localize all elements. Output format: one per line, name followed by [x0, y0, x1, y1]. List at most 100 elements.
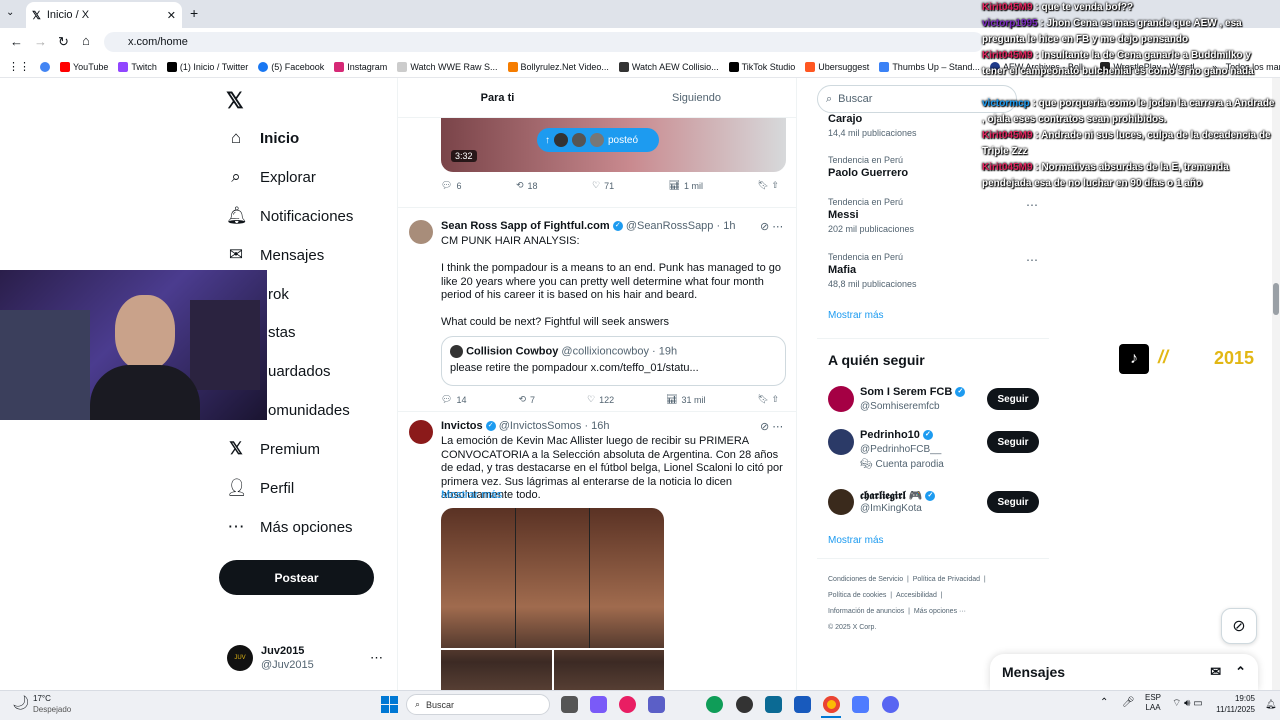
footer-link[interactable]: Información de anuncios [828, 608, 904, 615]
bookmark-bollyrulez[interactable]: Bollyrulez.Net Video... [507, 61, 609, 72]
new-posts-pill[interactable]: ↑ posteó [537, 128, 659, 152]
obs-icon[interactable] [736, 696, 753, 713]
avatar[interactable] [409, 220, 433, 244]
follow-name[interactable]: Som I Serem FCB ✓ [860, 386, 966, 398]
footer-link[interactable]: Más opciones ··· [914, 608, 966, 615]
follow-name[interactable]: 𝖈𝖍𝖆𝖗𝖑𝖎𝖊𝖌𝖎𝖗𝖑 🎮 ✓ [860, 489, 936, 503]
avatar[interactable] [828, 429, 854, 455]
show-more-trends-link[interactable]: Mostrar más [828, 310, 884, 321]
show-more-follow-link[interactable]: Mostrar más [828, 535, 884, 546]
bookmark-twitter[interactable]: (1) Inicio / Twitter [166, 61, 248, 72]
nav-explore[interactable]: ⌕ Explorar [226, 164, 316, 190]
store-icon[interactable] [765, 696, 782, 713]
nav-grok[interactable]: rok [268, 281, 289, 307]
nav-premium[interactable]: 𝕏 Premium [226, 436, 320, 462]
apps-icon[interactable]: ⋮⋮ [8, 60, 30, 73]
reply-button[interactable]: 💬︎ 6 [441, 180, 461, 191]
footer-link[interactable]: Política de cookies [828, 592, 886, 599]
url-bar[interactable]: x.com/home [104, 32, 984, 52]
retweet-button[interactable]: ⟲ 18 [516, 180, 538, 191]
avatar[interactable] [828, 386, 854, 412]
teams-icon[interactable] [648, 696, 665, 713]
like-button[interactable]: ♡ 71 [592, 180, 614, 191]
tweet-sean-ross-sapp[interactable]: Sean Ross Sapp of Fightful.com ✓ @SeanRo… [398, 208, 796, 412]
author-name[interactable]: Sean Ross Sapp of Fightful.com [441, 220, 610, 232]
messages-drawer[interactable]: Mensajes ✉ ⌃ [990, 654, 1258, 690]
show-more-link[interactable]: Mostrar más [441, 489, 502, 501]
close-tab-icon[interactable]: ✕ [167, 9, 176, 22]
trend-item[interactable]: Tendencia en Perú Messi 202 mil publicac… [828, 197, 914, 234]
follow-button[interactable]: Seguir [987, 388, 1039, 410]
discord-icon[interactable] [882, 696, 899, 713]
nav-bookmarks[interactable]: uardados [268, 358, 331, 384]
edge-icon[interactable] [706, 696, 723, 713]
nav-communities[interactable]: omunidades [268, 397, 350, 423]
bookmark-ubersuggest[interactable]: Ubersuggest [805, 61, 869, 72]
weather-temp[interactable]: 17°C [33, 694, 51, 703]
notification-icon[interactable]: 🔔︎ [1265, 699, 1276, 710]
scrollbar-thumb[interactable] [1273, 283, 1279, 315]
windows-start-icon[interactable] [381, 696, 398, 713]
trend-more-icon[interactable]: ⋯ [1026, 198, 1038, 212]
copilot-icon[interactable] [590, 696, 607, 713]
avatar[interactable] [409, 420, 433, 444]
reload-icon[interactable]: ↻ [58, 34, 69, 50]
bookmark-facebook[interactable]: (5) Facebook [258, 61, 324, 72]
bookmark-instagram[interactable]: Instagram [334, 61, 387, 72]
app-icon[interactable] [852, 696, 869, 713]
bookmark-button[interactable]: 🔖︎ ⇧ [758, 180, 779, 191]
tray-chevron-icon[interactable]: ⌃ [1100, 697, 1108, 708]
tab-for-you[interactable]: Para ti [398, 78, 597, 117]
author-name[interactable]: Invictos [441, 420, 483, 432]
taskbar-search[interactable]: ⌕ Buscar [406, 694, 550, 715]
chrome-taskbar-icon[interactable] [823, 696, 840, 713]
nav-profile[interactable]: 👤︎ Perfil [226, 475, 294, 501]
nav-more[interactable]: ⋯ Más opciones [226, 514, 353, 540]
nav-messages[interactable]: ✉ Mensajes [226, 242, 324, 268]
like-button[interactable]: ♡ 122 [587, 394, 614, 405]
tweet-video[interactable]: 3:32 ↑ posteó 💬︎ 6 ⟲ 18 ♡ 71 📊︎ 1 mil 🔖︎… [398, 118, 796, 208]
retweet-button[interactable]: ⟲ 7 [518, 394, 535, 405]
bookmark-thumbs-up[interactable]: Thumbs Up – Stand... [879, 61, 980, 72]
views-button[interactable]: 📊︎ 1 mil [669, 180, 703, 191]
forward-icon[interactable]: → [34, 34, 47, 49]
trend-item[interactable]: Carajo 14,4 mil publicaciones [828, 113, 917, 138]
x-home-logo-icon[interactable]: 𝕏 [226, 88, 244, 114]
footer-link[interactable]: Condiciones de Servicio [828, 576, 903, 583]
new-message-icon[interactable]: ✉ [1210, 664, 1221, 680]
new-tab-icon[interactable]: + [190, 5, 198, 21]
tweet-image[interactable] [441, 508, 664, 690]
trend-item[interactable]: Tendencia en Perú Paolo Guerrero [828, 155, 908, 179]
bookmark-button[interactable]: 🔖︎ ⇧ [758, 394, 779, 405]
avatar[interactable] [828, 489, 854, 515]
grok-icon[interactable]: ⊘ ⋯ [760, 220, 783, 233]
bookmark-youtube[interactable]: YouTube [60, 61, 108, 72]
bookmark-wwe[interactable]: Watch WWE Raw S... [397, 61, 498, 72]
footer-link[interactable]: Accesibilidad [896, 592, 937, 599]
nav-notifications[interactable]: 🔔︎ Notificaciones [226, 203, 353, 229]
language-indicator[interactable]: ESP LAA [1145, 693, 1161, 713]
word-icon[interactable] [794, 696, 811, 713]
bookmark-twitch[interactable]: Twitch [118, 61, 157, 72]
browser-tab[interactable]: 𝕏 Inicio / X ✕ [26, 2, 182, 28]
grok-floating-icon[interactable]: ⊘ [1221, 608, 1257, 644]
nav-lists[interactable]: stas [268, 319, 296, 345]
tweet-invictos[interactable]: Invictos ✓ @InvictosSomos · 16h ⊘ ⋯ La e… [398, 412, 796, 690]
bookmark-tiktok[interactable]: TikTok Studio [728, 61, 795, 72]
grok-icon[interactable]: ⊘ ⋯ [760, 420, 783, 433]
weather-icon[interactable]: 🌙︎ [12, 694, 30, 711]
views-button[interactable]: 📊︎ 31 mil [666, 394, 705, 405]
account-avatar[interactable]: JUV [227, 645, 253, 671]
trend-item[interactable]: Tendencia en Perú Mafia 48,8 mil publica… [828, 252, 917, 289]
trend-more-icon[interactable]: ⋯ [1026, 253, 1038, 267]
follow-button[interactable]: Seguir [987, 491, 1039, 513]
quoted-tweet[interactable]: Collision Cowboy @collixioncowboy · 19h … [441, 336, 786, 386]
post-button[interactable]: Postear [219, 560, 374, 595]
account-menu-icon[interactable]: ⋯ [370, 650, 383, 666]
chrome-icon[interactable] [40, 61, 50, 72]
follow-button[interactable]: Seguir [987, 431, 1039, 453]
footer-link[interactable]: Política de Privacidad [913, 576, 980, 583]
tab-list-icon[interactable]: ⌄ [6, 7, 14, 18]
wifi-icon[interactable]: ⌔ 🔊︎ ▭ [1172, 697, 1203, 710]
mic-icon[interactable]: 🎤︎ [1122, 697, 1135, 708]
